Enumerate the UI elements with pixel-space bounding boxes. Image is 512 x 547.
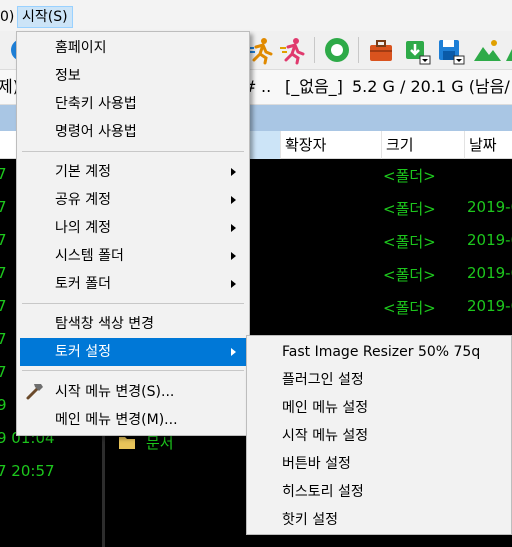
submenu-arrow-icon <box>231 168 236 176</box>
row-left-fragment[interactable]: 7 <box>0 198 7 216</box>
start-menu-item-label: 시스템 폴더 <box>55 248 124 264</box>
menu-separator <box>22 151 244 152</box>
start-dropdown-menu: 홈페이지정보단축키 사용법명령어 사용법기본 계정공유 계정나의 계정시스템 폴… <box>16 31 250 436</box>
menu-bar: 0) 시작(S) <box>0 0 512 31</box>
start-menu-item[interactable]: 토커 설정 <box>20 338 246 366</box>
row-size[interactable]: <폴더> <box>383 297 436 318</box>
submenu-arrow-icon <box>231 280 236 288</box>
settings-submenu-item[interactable]: 히스토리 설정 <box>250 478 508 506</box>
start-menu-item-label: 메인 메뉴 변경(M)... <box>55 412 178 428</box>
start-menu-button[interactable]: 시작(S) <box>17 6 73 28</box>
start-menu-item[interactable]: 나의 계정 <box>20 214 246 242</box>
row-left-fragment[interactable]: 7 20:57 <box>0 462 55 480</box>
start-menu-item[interactable]: 정보 <box>20 62 246 90</box>
toolbar-separator <box>314 37 315 63</box>
start-menu-item[interactable]: 시작 메뉴 변경(S)... <box>20 378 246 406</box>
menu-fragment[interactable]: 0) <box>0 6 18 28</box>
start-menu-item[interactable]: 토커 폴더 <box>20 270 246 298</box>
start-menu-item-label: 홈페이지 <box>55 40 107 56</box>
settings-submenu-item[interactable]: 메인 메뉴 설정 <box>250 394 508 422</box>
start-menu-item[interactable]: 기본 계정 <box>20 158 246 186</box>
menu-separator <box>22 370 244 371</box>
start-menu-item[interactable]: 시스템 폴더 <box>20 242 246 270</box>
start-menu-item-label: 시작 메뉴 변경(S)... <box>55 384 175 400</box>
image-icon[interactable] <box>472 35 502 65</box>
submenu-arrow-icon <box>231 224 236 232</box>
no-label[interactable]: [_없음_] <box>285 70 343 104</box>
start-menu-item[interactable]: 공유 계정 <box>20 186 246 214</box>
menu-separator <box>22 303 244 304</box>
settings-submenu-item[interactable]: 핫키 설정 <box>250 506 508 534</box>
column-header-size[interactable]: 크기 <box>381 131 464 159</box>
folder-icon <box>118 434 136 450</box>
column-header-date[interactable]: 날짜 <box>464 131 512 159</box>
start-menu-item-label: 토커 폴더 <box>55 276 111 292</box>
runner-pink-icon[interactable] <box>278 35 308 65</box>
runner-icon[interactable] <box>246 35 276 65</box>
start-menu-item-label: 기본 계정 <box>55 164 111 180</box>
row-date[interactable]: 2019-0 <box>467 297 512 315</box>
start-menu-item-label: 정보 <box>55 68 81 84</box>
start-menu-item-label: 공유 계정 <box>55 192 111 208</box>
start-menu-item-label: 토커 설정 <box>55 344 111 360</box>
start-menu-item-label: 단축키 사용법 <box>55 96 137 112</box>
submenu-arrow-icon <box>231 252 236 260</box>
submenu-arrow-icon <box>231 348 236 356</box>
start-menu-item-label: 나의 계정 <box>55 220 111 236</box>
start-menu-item[interactable]: 명령어 사용법 <box>20 118 246 146</box>
record-icon[interactable] <box>322 35 352 65</box>
start-menu-item-label: 탐색창 색상 변경 <box>55 316 155 332</box>
start-menu-item-label: 명령어 사용법 <box>55 124 137 140</box>
disk-space-label: 5.2 G / 20.1 G (남음/ <box>352 77 510 96</box>
settings-submenu: Fast Image Resizer 50% 75q 플러그인 설정 메인 메뉴 설… <box>246 335 512 535</box>
toolbar-separator <box>358 37 359 63</box>
row-date[interactable]: 2019-0 <box>467 264 512 282</box>
column-header-ext[interactable]: 확장자 <box>280 131 381 159</box>
row-left-fragment[interactable]: 7 <box>0 363 7 381</box>
row-left-fragment[interactable]: 7 <box>0 165 7 183</box>
row-date[interactable]: 2019-0 <box>467 231 512 249</box>
submenu-arrow-icon <box>231 196 236 204</box>
row-left-fragment[interactable]: 9 <box>0 396 7 414</box>
row-left-fragment[interactable]: 7 <box>0 297 7 315</box>
row-size[interactable]: <폴더> <box>383 264 436 285</box>
start-menu-item[interactable]: 메인 메뉴 변경(M)... <box>20 406 246 434</box>
dots-label[interactable]: .. <box>261 70 271 104</box>
row-size[interactable]: <폴더> <box>383 231 436 252</box>
hammer-icon <box>24 380 46 402</box>
row-left-fragment[interactable]: 7 <box>0 264 7 282</box>
save-dropdown-icon[interactable] <box>436 35 466 65</box>
row-left-fragment[interactable]: 7 <box>0 330 7 348</box>
partial-icon[interactable] <box>504 35 512 65</box>
settings-submenu-item[interactable]: 버튼바 설정 <box>250 450 508 478</box>
green-box-dropdown-icon[interactable] <box>402 35 432 65</box>
row-size[interactable]: <폴더> <box>383 198 436 219</box>
name-column-header-edge[interactable] <box>250 131 280 159</box>
row-date[interactable]: 2019-0 <box>467 198 512 216</box>
settings-submenu-item[interactable]: 시작 메뉴 설정 <box>250 422 508 450</box>
toolbox-icon[interactable] <box>366 35 396 65</box>
row-size[interactable]: <폴더> <box>383 165 436 186</box>
settings-submenu-item[interactable]: 플러그인 설정 <box>250 366 508 394</box>
settings-submenu-item[interactable]: Fast Image Resizer 50% 75q <box>250 338 508 366</box>
start-menu-item[interactable]: 단축키 사용법 <box>20 90 246 118</box>
start-menu-item[interactable]: 홈페이지 <box>20 34 246 62</box>
row-left-fragment[interactable]: 7 <box>0 231 7 249</box>
file-manager-window: 0) 시작(S) 제) .. [_없음_] 5.2 G / 20.1 G (남음… <box>0 0 512 547</box>
start-menu-item[interactable]: 탐색창 색상 변경 <box>20 310 246 338</box>
